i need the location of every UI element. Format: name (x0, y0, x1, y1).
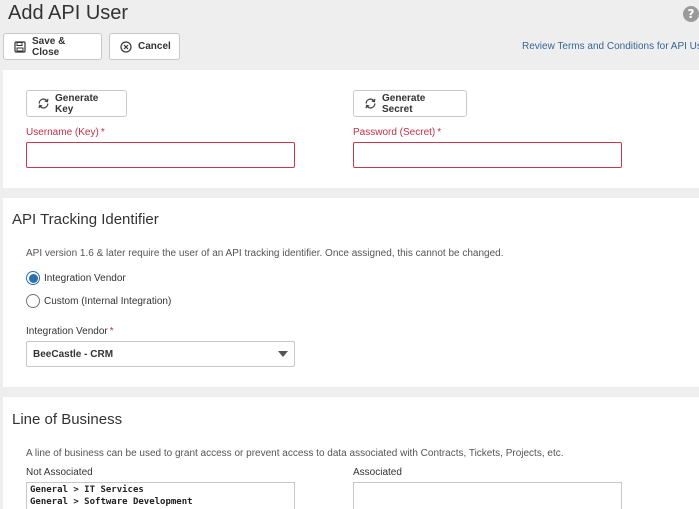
tracking-description: API version 1.6 & later require the user… (26, 248, 504, 259)
tracking-section-title: API Tracking Identifier (12, 211, 159, 228)
required-marker: * (109, 326, 114, 337)
lob-description: A line of business can be used to grant … (26, 448, 564, 459)
page-header: Add API User ? (0, 0, 699, 30)
refresh-icon (37, 97, 50, 110)
refresh-icon (364, 97, 377, 110)
terms-link[interactable]: Review Terms and Conditions for API Us (522, 41, 699, 52)
cancel-label: Cancel (138, 41, 171, 52)
password-label: Password (Secret) * (353, 127, 441, 138)
username-label-text: Username (Key) (26, 127, 99, 138)
credentials-panel (3, 70, 699, 188)
associated-label: Associated (353, 467, 402, 478)
caret-down-icon (278, 351, 288, 357)
radio-dot (28, 273, 38, 283)
required-marker: * (100, 127, 105, 138)
associated-list[interactable] (353, 482, 622, 509)
username-label: Username (Key) * (26, 127, 105, 138)
vendor-label-text: Integration Vendor (26, 326, 108, 337)
lob-section-title: Line of Business (12, 411, 123, 428)
list-item[interactable]: General > Software Development (30, 496, 291, 508)
save-close-label: Save & Close (32, 35, 66, 58)
save-icon (14, 40, 26, 53)
username-input[interactable] (26, 142, 295, 168)
not-associated-list[interactable]: General > IT Services General > Software… (26, 482, 295, 509)
radio-integration-vendor[interactable]: Integration Vendor (26, 271, 126, 285)
vendor-select[interactable]: BeeCastle - CRM (26, 341, 295, 367)
password-input[interactable] (353, 142, 622, 168)
not-associated-label: Not Associated (26, 467, 93, 478)
cancel-icon (120, 40, 132, 53)
vendor-select-value: BeeCastle - CRM (33, 348, 114, 360)
cancel-button[interactable]: Cancel (109, 33, 180, 60)
page-title: Add API User (8, 2, 129, 24)
radio-label: Integration Vendor (44, 272, 126, 284)
vendor-label: Integration Vendor * (26, 326, 114, 337)
radio-circle[interactable] (26, 271, 40, 285)
generate-key-label: Generate Key (55, 92, 99, 115)
required-marker: * (437, 127, 442, 138)
generate-secret-label: Generate Secret (382, 92, 426, 115)
radio-circle[interactable] (26, 294, 40, 308)
radio-custom-integration[interactable]: Custom (Internal Integration) (26, 294, 171, 308)
save-close-button[interactable]: Save & Close (3, 33, 102, 60)
radio-label: Custom (Internal Integration) (44, 295, 172, 307)
generate-secret-button[interactable]: Generate Secret (353, 90, 467, 117)
password-label-text: Password (Secret) (353, 127, 436, 138)
generate-key-button[interactable]: Generate Key (26, 90, 127, 117)
list-item[interactable]: General > IT Services (30, 484, 291, 496)
help-icon[interactable]: ? (683, 6, 699, 22)
